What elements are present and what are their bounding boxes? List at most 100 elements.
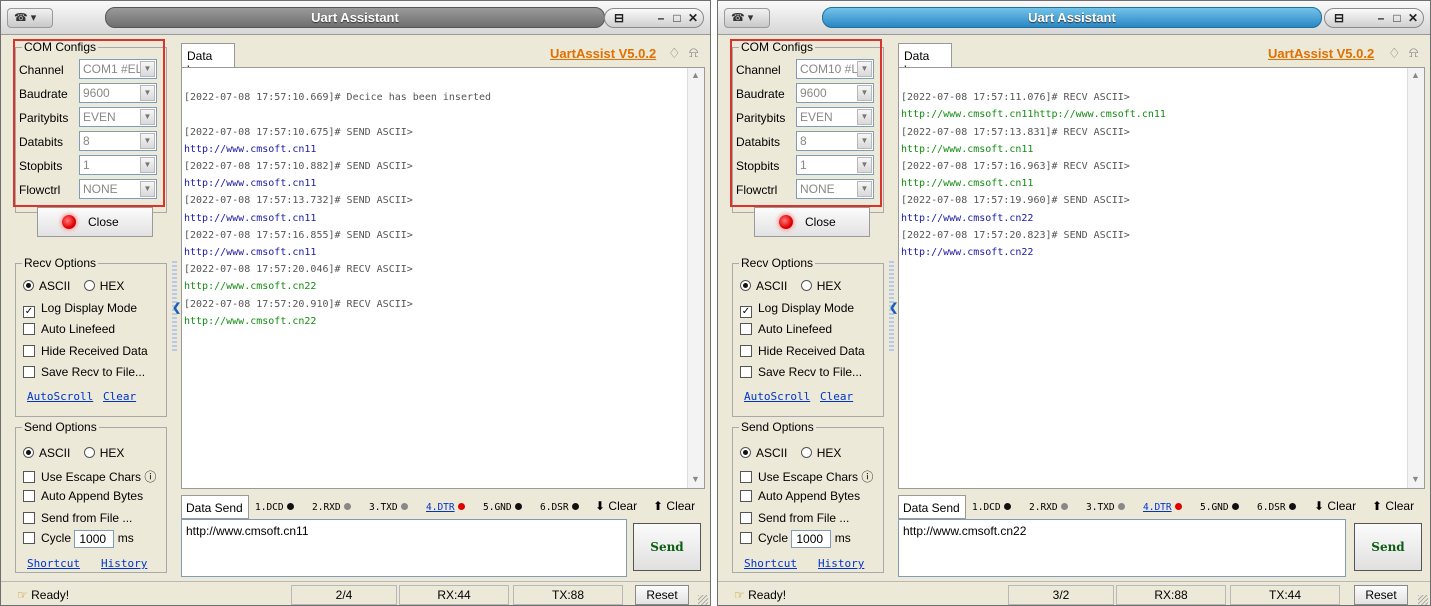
recv-hex-radio[interactable] xyxy=(800,280,812,291)
chevron-down-icon[interactable]: ▼ xyxy=(140,133,155,149)
chevron-down-icon[interactable]: ▼ xyxy=(857,133,872,149)
pin-indicator[interactable]: 1.DCD xyxy=(972,502,1011,513)
log-scrollbar[interactable]: ▲ ▼ xyxy=(687,68,704,488)
auto-linefeed-checkbox[interactable] xyxy=(740,323,752,335)
cycle-checkbox[interactable] xyxy=(23,532,35,545)
clear-send-button[interactable]: ⬇ Clear xyxy=(1314,499,1356,513)
auto-linefeed-option[interactable]: Auto Linefeed xyxy=(23,322,115,336)
shortcut-link[interactable]: Shortcut xyxy=(27,557,80,570)
send-hex-radio[interactable] xyxy=(800,447,812,458)
hide-received-checkbox[interactable] xyxy=(23,345,35,357)
brand-link[interactable]: UartAssist V5.0.2 xyxy=(1268,46,1374,61)
send-ascii-radio[interactable] xyxy=(740,447,751,458)
chevron-down-icon[interactable]: ▼ xyxy=(857,181,872,197)
chevron-down-icon[interactable]: ▼ xyxy=(140,61,155,77)
scroll-down-icon[interactable]: ▼ xyxy=(691,474,700,484)
databits-select[interactable]: 8 ▼ xyxy=(796,131,874,151)
system-menu-button[interactable]: ☎ ▾ xyxy=(724,8,770,28)
send-input[interactable]: http://www.cmsoft.cn22 xyxy=(898,519,1346,577)
send-button[interactable]: Send xyxy=(1354,523,1422,571)
bell-icon[interactable]: ⍾ xyxy=(1409,44,1418,61)
shortcut-link[interactable]: Shortcut xyxy=(744,557,797,570)
paritybits-select[interactable]: EVEN ▼ xyxy=(796,107,874,127)
log-display-checkbox[interactable]: ✓ xyxy=(740,306,752,318)
save-recv-option[interactable]: Save Recv to File... xyxy=(740,365,862,379)
chevron-down-icon[interactable]: ▼ xyxy=(140,181,155,197)
save-recv-option[interactable]: Save Recv to File... xyxy=(23,365,145,379)
log-display-option[interactable]: ✓ Log Display Mode xyxy=(740,301,854,318)
diamond-icon[interactable]: ♢ xyxy=(668,45,681,62)
autoscroll-link[interactable]: AutoScroll xyxy=(27,390,93,403)
pin-indicator[interactable]: 3.TXD xyxy=(1086,502,1125,513)
cycle-input[interactable]: 1000 xyxy=(74,530,115,548)
from-file-checkbox[interactable] xyxy=(740,512,752,524)
pin-indicator[interactable]: 5.GND xyxy=(1200,502,1239,513)
pin-icon[interactable]: ⊟ xyxy=(1329,9,1349,27)
append-checkbox[interactable] xyxy=(740,490,752,502)
chevron-down-icon[interactable]: ▼ xyxy=(140,85,155,101)
escape-checkbox[interactable] xyxy=(23,471,35,483)
databits-select[interactable]: 8 ▼ xyxy=(79,131,157,151)
datalog-tab[interactable]: Data log xyxy=(181,43,235,77)
history-link[interactable]: History xyxy=(818,557,864,570)
reset-button[interactable]: Reset xyxy=(1354,585,1408,605)
channel-select[interactable]: COM10 #L ▼ xyxy=(796,59,874,79)
reset-button[interactable]: Reset xyxy=(635,585,689,605)
data-log-area[interactable]: [2022-07-08 17:57:10.669]# Decice has be… xyxy=(181,67,705,489)
collapse-arrow-icon[interactable]: ❮ xyxy=(172,301,181,314)
chevron-down-icon[interactable]: ▼ xyxy=(140,157,155,173)
from-file-option[interactable]: Send from File ... xyxy=(23,511,132,525)
stopbits-select[interactable]: 1 ▼ xyxy=(796,155,874,175)
send-input[interactable]: http://www.cmsoft.cn11 xyxy=(181,519,627,577)
chevron-down-icon[interactable]: ▼ xyxy=(857,61,872,77)
chevron-down-icon[interactable]: ▼ xyxy=(857,109,872,125)
brand-link[interactable]: UartAssist V5.0.2 xyxy=(550,46,656,61)
pin-indicator[interactable]: 2.RXD xyxy=(1029,502,1068,513)
collapse-arrow-icon[interactable]: ❮ xyxy=(889,301,898,314)
save-recv-checkbox[interactable] xyxy=(740,366,752,378)
clear-recv-button[interactable]: ⬆ Clear xyxy=(1372,499,1414,513)
system-menu-button[interactable]: ☎ ▾ xyxy=(7,8,53,28)
scroll-up-icon[interactable]: ▲ xyxy=(691,70,700,80)
bell-icon[interactable]: ⍾ xyxy=(689,44,698,61)
pin-indicator[interactable]: 1.DCD xyxy=(255,502,294,513)
save-recv-checkbox[interactable] xyxy=(23,366,35,378)
from-file-checkbox[interactable] xyxy=(23,512,35,524)
baudrate-select[interactable]: 9600 ▼ xyxy=(79,83,157,103)
cycle-input[interactable]: 1000 xyxy=(791,530,832,548)
paritybits-select[interactable]: EVEN ▼ xyxy=(79,107,157,127)
clear-recv-button[interactable]: ⬆ Clear xyxy=(653,499,695,513)
send-ascii-radio[interactable] xyxy=(23,447,34,458)
data-send-tab[interactable]: Data Send xyxy=(898,495,966,519)
diamond-icon[interactable]: ♢ xyxy=(1388,45,1401,62)
hide-received-option[interactable]: Hide Received Data xyxy=(23,344,148,358)
pin-indicator[interactable]: 4.DTR xyxy=(1143,502,1182,513)
pin-indicator[interactable]: 3.TXD xyxy=(369,502,408,513)
send-button[interactable]: Send xyxy=(633,523,701,571)
flowctrl-select[interactable]: NONE ▼ xyxy=(796,179,874,199)
pin-indicator[interactable]: 5.GND xyxy=(483,502,522,513)
history-link[interactable]: History xyxy=(101,557,147,570)
pin-indicator[interactable]: 4.DTR xyxy=(426,502,465,513)
data-send-tab[interactable]: Data Send xyxy=(181,495,249,519)
from-file-option[interactable]: Send from File ... xyxy=(740,511,849,525)
chevron-down-icon[interactable]: ▼ xyxy=(857,85,872,101)
data-log-area[interactable]: [2022-07-08 17:57:11.076]# RECV ASCII> ht… xyxy=(898,67,1425,489)
log-scrollbar[interactable]: ▲ ▼ xyxy=(1407,68,1424,488)
datalog-tab[interactable]: Data log xyxy=(898,43,952,77)
close-icon[interactable]: ✕ xyxy=(1403,9,1423,27)
info-icon[interactable]: ⓘ xyxy=(861,470,873,484)
pin-indicator[interactable]: 6.DSR xyxy=(1257,502,1296,513)
clear-recv-link[interactable]: Clear xyxy=(103,390,136,403)
flowctrl-select[interactable]: NONE ▼ xyxy=(79,179,157,199)
auto-linefeed-checkbox[interactable] xyxy=(23,323,35,335)
append-option[interactable]: Auto Append Bytes xyxy=(23,489,143,503)
cycle-checkbox[interactable] xyxy=(740,532,752,545)
resize-grip-icon[interactable] xyxy=(1418,595,1428,605)
recv-ascii-radio[interactable] xyxy=(23,280,34,291)
hide-received-checkbox[interactable] xyxy=(740,345,752,357)
scroll-up-icon[interactable]: ▲ xyxy=(1411,70,1420,80)
recv-hex-radio[interactable] xyxy=(83,280,95,291)
resize-grip-icon[interactable] xyxy=(698,595,708,605)
escape-option[interactable]: Use Escape Chars ⓘ xyxy=(23,468,156,485)
